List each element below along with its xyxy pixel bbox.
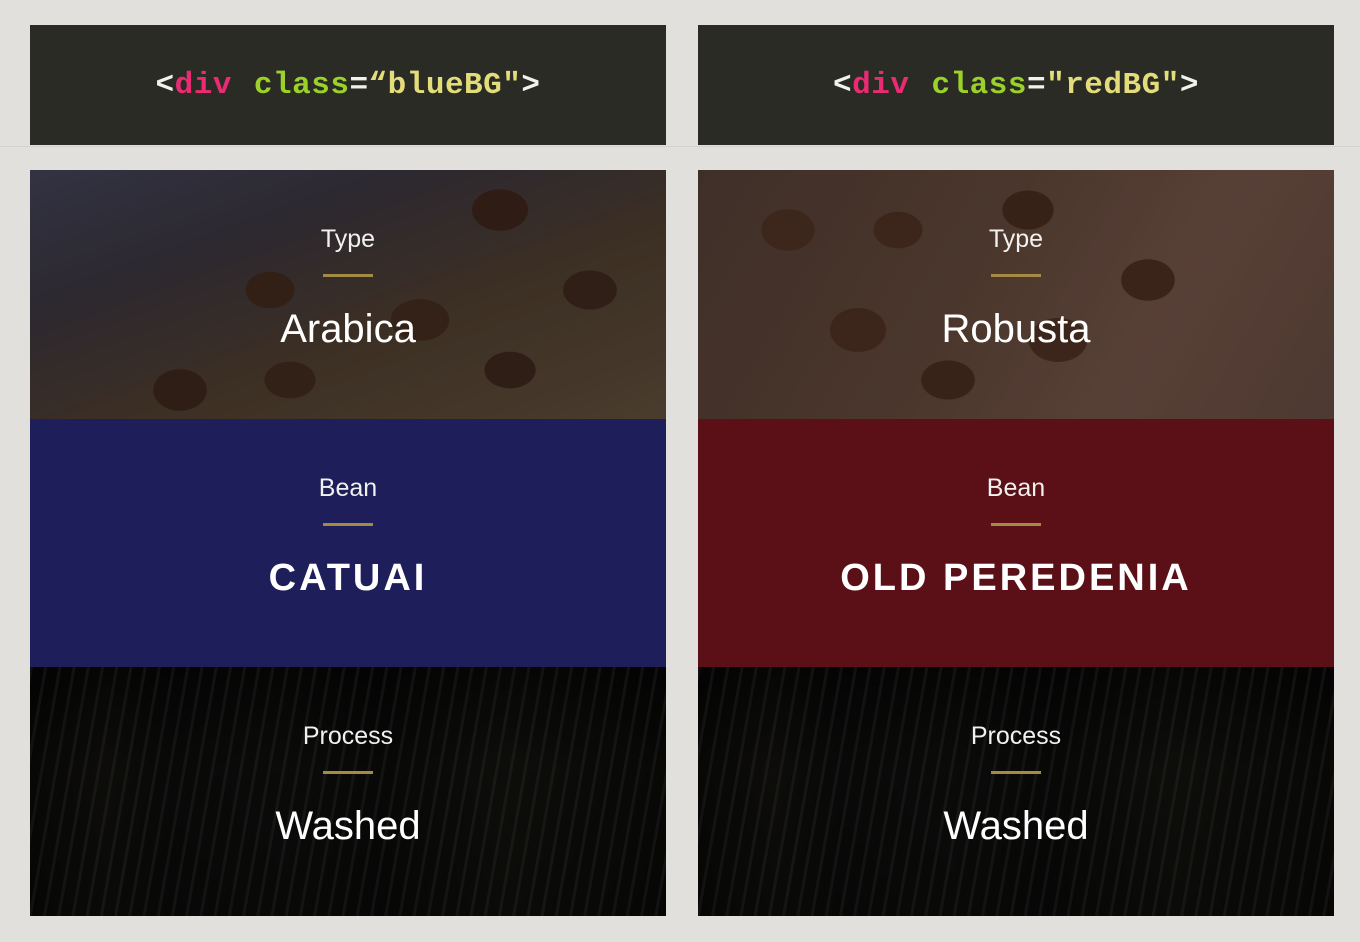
code-attr: class: [253, 67, 350, 103]
code-open-bracket: <: [833, 67, 853, 103]
process-panel: Process Washed: [698, 667, 1334, 916]
gold-divider: [991, 771, 1041, 774]
type-label: Type: [988, 225, 1044, 253]
code-tag: div: [852, 67, 910, 103]
gold-divider: [323, 523, 373, 526]
bean-value: OLD PEREDENIA: [840, 557, 1192, 599]
process-panel: Process Washed: [30, 667, 666, 916]
bean-panel: Bean OLD PEREDENIA: [698, 419, 1334, 668]
gold-divider: [323, 274, 373, 277]
process-value: Washed: [275, 804, 421, 848]
type-label: Type: [320, 225, 376, 253]
process-value: Washed: [943, 804, 1089, 848]
type-value: Robusta: [941, 307, 1091, 351]
coffee-card-blue: Type Arabica Bean CATUAI Process Washed: [30, 170, 666, 916]
code-snippet-bluebg: < div class = “blueBG" >: [30, 25, 666, 145]
code-snippet-redbg: < div class = "redBG" >: [698, 25, 1334, 145]
bean-label: Bean: [318, 474, 378, 502]
type-panel: Type Arabica: [30, 170, 666, 419]
process-label: Process: [302, 722, 394, 750]
type-value: Arabica: [280, 307, 416, 351]
code-tag: div: [174, 67, 232, 103]
code-close-bracket: >: [521, 67, 541, 103]
bean-value: CATUAI: [268, 557, 428, 599]
gold-divider: [991, 274, 1041, 277]
type-panel: Type Robusta: [698, 170, 1334, 419]
gold-divider: [323, 771, 373, 774]
code-value: “blueBG": [368, 67, 522, 103]
divider-line: [0, 146, 1360, 147]
code-equals: =: [349, 67, 369, 103]
gold-divider: [991, 523, 1041, 526]
coffee-card-red: Type Robusta Bean OLD PEREDENIA Process …: [698, 170, 1334, 916]
process-label: Process: [970, 722, 1062, 750]
code-attr: class: [931, 67, 1027, 103]
code-value: "redBG": [1046, 67, 1180, 103]
code-equals: =: [1026, 67, 1047, 103]
bean-panel: Bean CATUAI: [30, 419, 666, 668]
code-open-bracket: <: [155, 67, 175, 103]
code-close-bracket: >: [1179, 67, 1199, 103]
bean-label: Bean: [986, 474, 1046, 502]
